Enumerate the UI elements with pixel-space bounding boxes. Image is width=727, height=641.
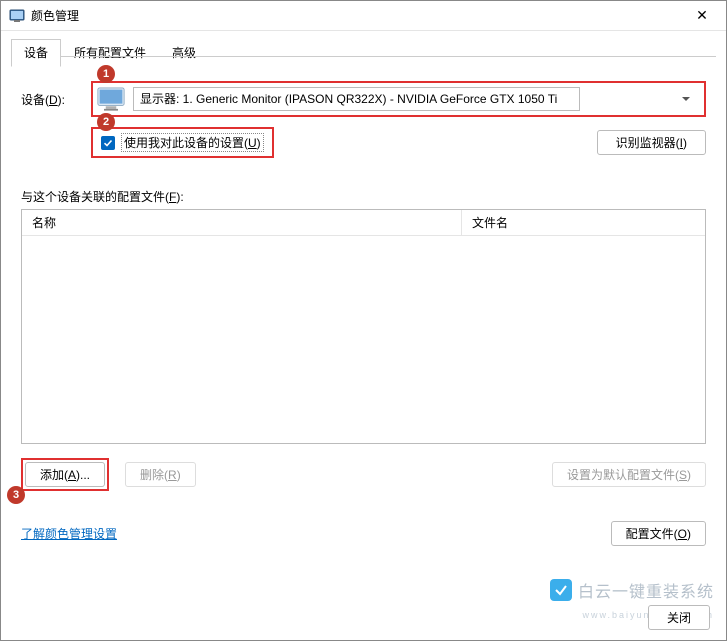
tab-separator (11, 56, 716, 57)
set-default-button: 设置为默认配置文件(S) (552, 462, 706, 487)
use-settings-row: 使用我对此设备的设置(U) 识别监视器(I) (21, 127, 706, 158)
device-select[interactable]: 显示器: 1. Generic Monitor (IPASON QR322X) … (133, 87, 580, 111)
annotation-badge-2: 2 (97, 113, 115, 131)
use-settings-label[interactable]: 使用我对此设备的设置(U) (121, 133, 264, 152)
use-settings-highlight: 使用我对此设备的设置(U) (91, 127, 274, 158)
annotation-badge-3: 3 (7, 486, 25, 504)
window-title: 颜色管理 (31, 7, 682, 24)
profile-buttons-row: 添加(A)... 删除(R) 设置为默认配置文件(S) (21, 458, 706, 491)
associated-profiles-label: 与这个设备关联的配置文件(F): (21, 188, 706, 205)
identify-monitors-button[interactable]: 识别监视器(I) (597, 130, 706, 155)
device-select-highlight: 显示器: 1. Generic Monitor (IPASON QR322X) … (91, 81, 706, 117)
close-button[interactable]: ✕ (682, 1, 722, 30)
profiles-button[interactable]: 配置文件(O) (611, 521, 706, 546)
app-icon (9, 8, 25, 24)
titlebar: 颜色管理 ✕ (1, 1, 726, 31)
annotation-badge-1: 1 (97, 65, 115, 83)
tab-bar: 设备 所有配置文件 高级 (1, 31, 726, 67)
tab-advanced[interactable]: 高级 (159, 39, 209, 67)
close-dialog-button[interactable]: 关闭 (648, 605, 710, 630)
device-select-wrap: 显示器: 1. Generic Monitor (IPASON QR322X) … (133, 87, 698, 111)
column-filename[interactable]: 文件名 (462, 210, 705, 235)
tab-all-profiles[interactable]: 所有配置文件 (61, 39, 159, 67)
tab-device[interactable]: 设备 (11, 39, 61, 67)
footer: 关闭 (1, 597, 726, 640)
device-pane: 设备(D): 显示器: 1. Generic Monitor (IPASON Q… (1, 67, 726, 556)
column-name[interactable]: 名称 (22, 210, 462, 235)
learn-color-mgmt-link[interactable]: 了解颜色管理设置 (21, 525, 117, 542)
remove-button: 删除(R) (125, 462, 196, 487)
use-settings-checkbox[interactable] (101, 136, 115, 150)
device-row: 设备(D): 显示器: 1. Generic Monitor (IPASON Q… (21, 81, 706, 117)
profiles-listbox[interactable]: 名称 文件名 (21, 209, 706, 444)
list-header: 名称 文件名 (22, 210, 705, 236)
add-button[interactable]: 添加(A)... (25, 462, 105, 487)
monitor-icon (97, 87, 125, 111)
add-button-highlight: 添加(A)... (21, 458, 109, 491)
link-row: 了解颜色管理设置 配置文件(O) (21, 521, 706, 546)
device-label: 设备(D): (21, 91, 91, 108)
